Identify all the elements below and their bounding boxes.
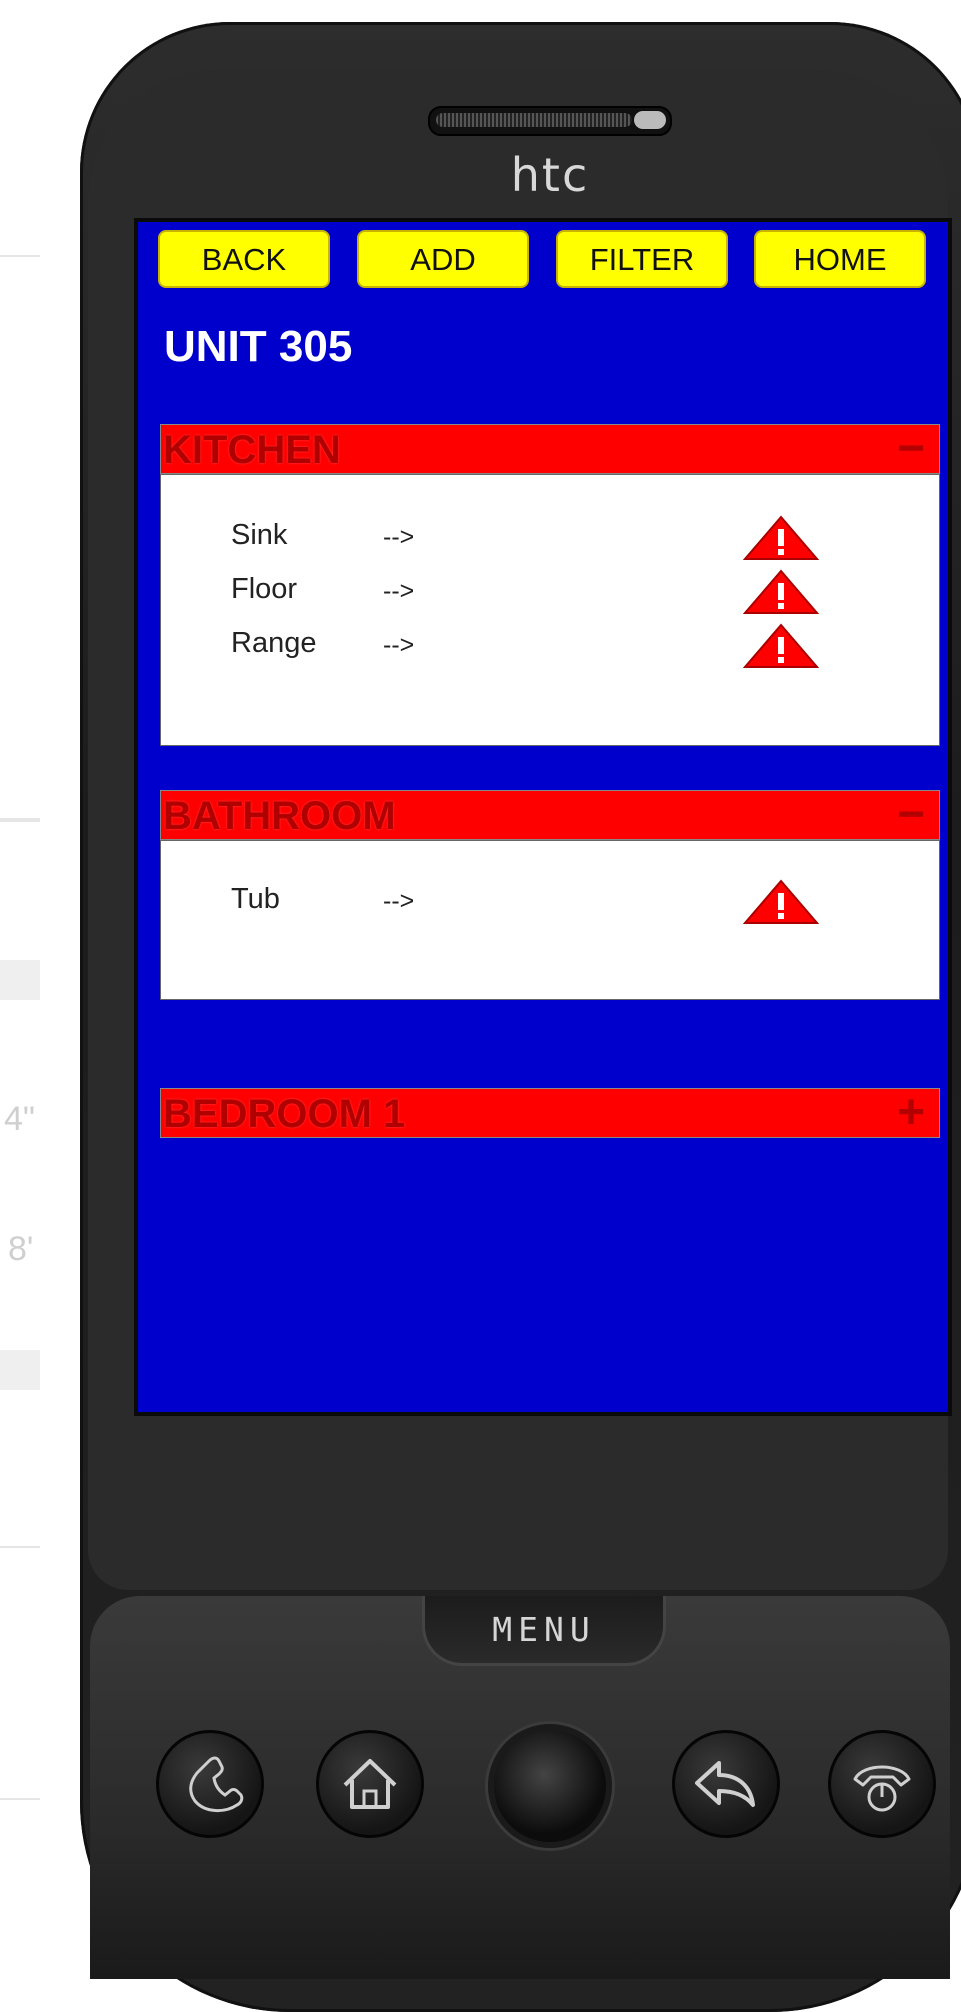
speaker-mesh [436,113,632,127]
item-arrow: --> [383,631,415,659]
back-button[interactable]: BACK [158,230,330,288]
phone-icon [189,1756,244,1812]
home-button[interactable]: HOME [754,230,926,288]
item-arrow: --> [383,577,415,605]
item-arrow: --> [383,523,415,551]
list-item[interactable]: Floor --> [161,569,941,615]
home-hardware-button[interactable] [316,1730,424,1838]
list-item[interactable]: Sink --> [161,515,941,561]
page-title: UNIT 305 [164,322,353,371]
speaker-grill [428,106,672,136]
warning-icon [743,879,819,924]
sketch-label-a: 4" [4,1100,35,1138]
power-icon [853,1765,911,1812]
brand-logo: htc [510,148,590,202]
collapse-icon[interactable]: − [897,425,925,473]
section-header-bathroom[interactable]: BATHROOM − [160,790,940,840]
warning-icon [743,515,819,560]
item-name: Range [231,627,317,659]
earpiece-light [634,111,666,129]
call-button[interactable] [156,1730,264,1838]
end-call-button[interactable] [828,1730,936,1838]
filter-button[interactable]: FILTER [556,230,728,288]
home-icon [343,1759,397,1809]
add-button[interactable]: ADD [357,230,529,288]
app-screen: BACK ADD FILTER HOME UNIT 305 KITCHEN − … [138,222,948,1412]
section-title: KITCHEN [163,428,341,472]
menu-button[interactable]: MENU [422,1596,666,1666]
item-name: Floor [231,573,298,605]
back-hardware-button[interactable] [672,1730,780,1838]
warning-icon [743,569,819,614]
menu-label: MENU [492,1610,596,1649]
list-item[interactable]: Range --> [161,623,941,669]
section-body-kitchen: Sink --> Floor --> Range --> [160,474,940,746]
expand-icon[interactable]: + [897,1089,925,1137]
trackball[interactable] [488,1724,612,1848]
item-name: Sink [231,519,288,551]
background-sketch: 4" 8' [0,0,60,1979]
toolbar: BACK ADD FILTER HOME [158,230,938,290]
sketch-label-b: 8' [8,1230,34,1268]
collapse-icon[interactable]: − [897,791,925,839]
section-header-bedroom-1[interactable]: BEDROOM 1 + [160,1088,940,1138]
section-title: BEDROOM 1 [163,1092,406,1136]
section-body-bathroom: Tub --> [160,840,940,1000]
back-arrow-icon [695,1761,755,1807]
section-title: BATHROOM [163,794,396,838]
item-name: Tub [231,883,280,915]
section-header-kitchen[interactable]: KITCHEN − [160,424,940,474]
item-arrow: --> [383,887,415,915]
warning-icon [743,623,819,668]
list-item[interactable]: Tub --> [161,879,941,925]
